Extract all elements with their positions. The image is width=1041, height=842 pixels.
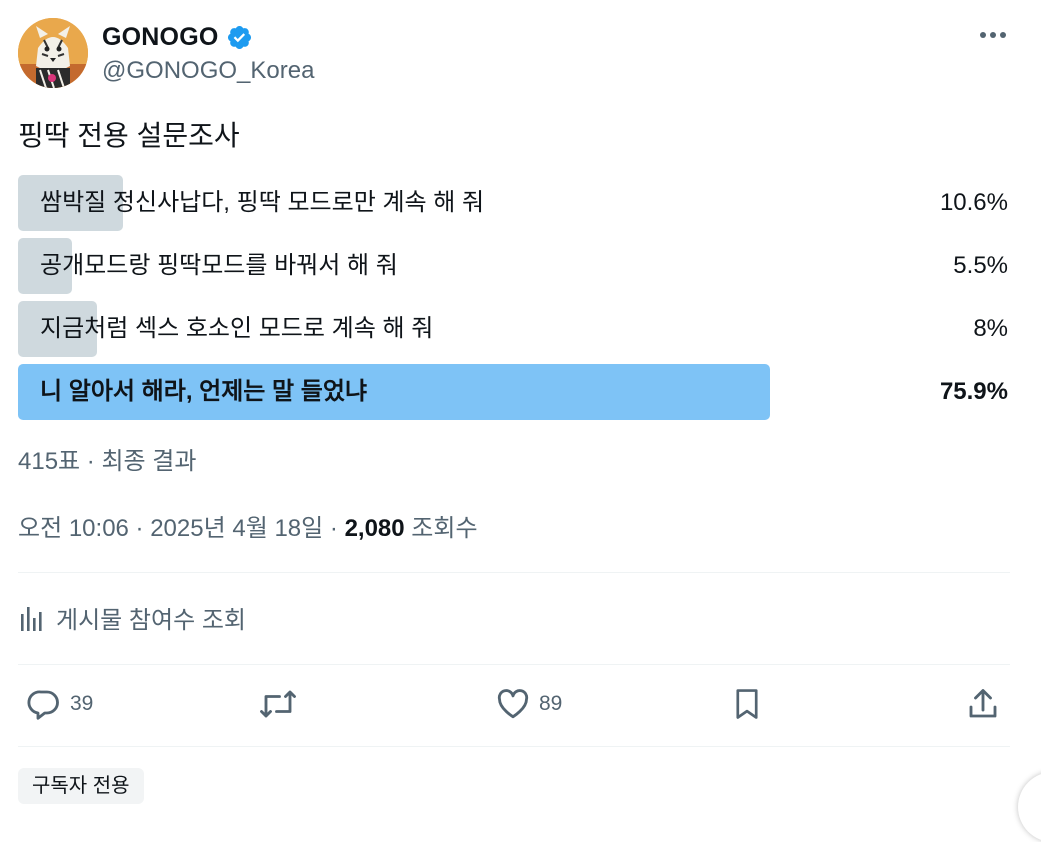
more-icon [980,32,1006,38]
poll-option-percent: 5.5% [953,252,1008,279]
analytics-icon [21,606,42,631]
view-count: 2,080 [344,515,405,542]
share-button[interactable] [965,686,1001,722]
avatar-tiger-image [18,18,88,88]
author-name[interactable]: GONOGO [102,23,218,52]
bookmark-icon [736,689,758,719]
view-engagements-link[interactable]: 게시물 참여수 조회 [20,600,246,635]
poll-option-label: 쌈박질 정신사납다, 핑딱 모드로만 계속 해 줘 [40,189,485,216]
poll-option-label: 공개모드랑 핑딱모드를 바꿔서 해 줘 [40,252,398,279]
like-icon [497,689,529,719]
timestamp: 오전 10:06 · 2025년 4월 18일 · 2,080 조회수 [18,508,478,543]
timestamp-time[interactable]: 오전 10:06 · 2025년 4월 18일 · [18,515,345,542]
poll-meta: 415표 · 최종 결과 [18,448,197,475]
share-icon [969,689,997,718]
poll-option-label: 니 알아서 해라, 언제는 말 들었냐 [40,378,368,405]
poll-option: 쌈박질 정신사납다, 핑딱 모드로만 계속 해 줘 10.6% [18,175,1010,231]
poll-option-winner: 니 알아서 해라, 언제는 말 들었냐 75.9% [18,364,1010,420]
analytics-label[interactable]: 게시물 참여수 조회 [56,600,246,635]
more-button[interactable] [976,20,1010,50]
view-count-label: 조회수 [404,515,478,542]
poll-option-percent: 10.6% [939,189,1008,216]
divider [18,746,1010,747]
divider [18,572,1010,573]
like-count: 89 [539,692,563,715]
avatar[interactable] [18,18,88,88]
divider [18,664,1010,665]
bookmark-button[interactable] [730,686,764,722]
author-handle[interactable]: @GONOGO_Korea [102,57,314,85]
reply-count: 39 [70,692,94,715]
poll-option-percent: 8% [973,315,1008,342]
retweet-button[interactable] [258,686,298,722]
poll-option-label: 지금처럼 섹스 호소인 모드로 계속 해 줘 [40,315,434,342]
reply-button[interactable]: 39 [26,686,93,722]
retweet-icon [260,690,296,718]
like-button[interactable]: 89 [495,686,562,722]
poll-option-percent: 75.9% [939,378,1008,405]
tweet-text: 핑딱 전용 설문조사 [18,120,240,151]
poll-option: 지금처럼 섹스 호소인 모드로 계속 해 줘 8% [18,301,1010,357]
reply-icon [27,690,59,720]
poll-option: 공개모드랑 핑딱모드를 바꿔서 해 줘 5.5% [18,238,1010,294]
author-name-row[interactable]: GONOGO [102,20,253,54]
verified-icon [228,25,252,49]
subscriber-only-badge: 구독자 전용 [18,768,144,804]
floating-button[interactable] [1018,772,1041,842]
